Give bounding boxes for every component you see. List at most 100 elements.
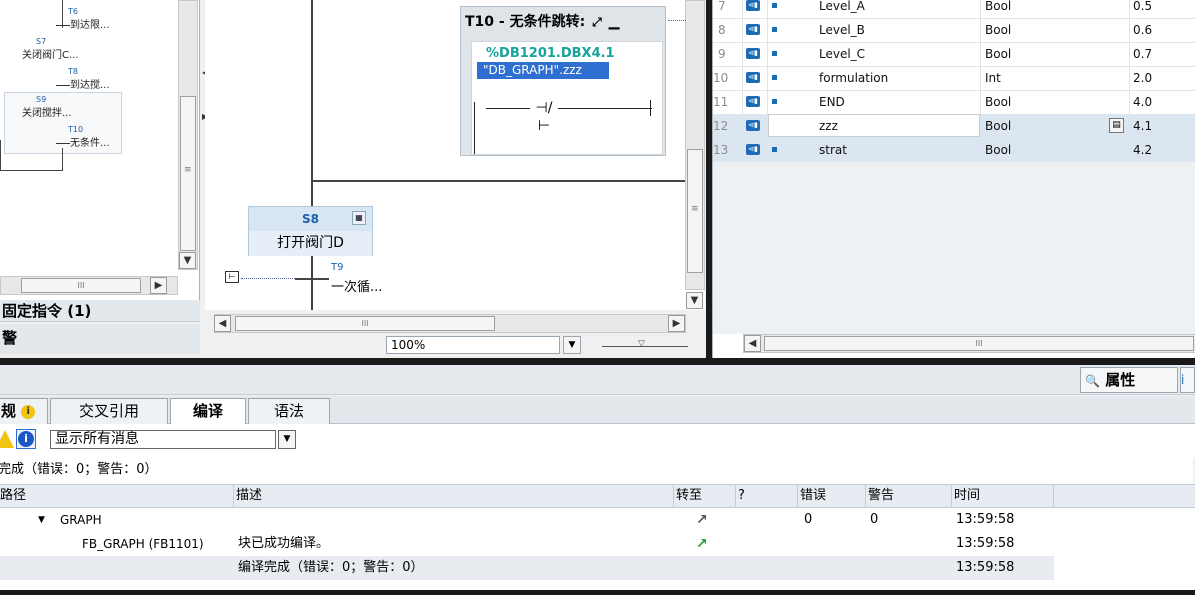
properties-icon: 🔍 [1085,374,1100,388]
table-row[interactable]: 7 ⊲▮ Level_A Bool 0.5 [713,0,1195,19]
scroll-down-icon[interactable]: ▼ [686,292,703,309]
col-warnings[interactable]: 警告 [866,485,952,507]
bottom-border [0,590,1195,595]
tag-operand[interactable]: "DB_GRAPH".zzz [477,62,609,79]
step-overview-pane: T6 到达限... S7 关闭阀门C... T8 到达搅... S9 关闭搅拌.… [0,0,208,300]
scroll-left-icon[interactable]: ◀ [744,335,761,352]
interface-table: 7 ⊲▮ Level_A Bool 0.5 8 ⊲▮ Level_B Bool … [712,0,1195,358]
tab-syntax[interactable]: 语法 [248,398,330,424]
alarm-section[interactable]: 警 [0,324,200,354]
input-var-icon: ⊲▮ [746,96,760,107]
scroll-thumb[interactable]: III [764,336,1194,351]
sequence-line [62,148,63,170]
transition-detail-popup[interactable]: T10 - 无条件跳转: ⤢ ▁ %DB1201.DBX4.1 "DB_GRAP… [460,6,666,156]
message-filter-select[interactable]: 显示所有消息 [50,430,276,449]
table-horizontal-scrollbar[interactable]: III [743,334,1195,353]
row-highlight [0,556,1054,580]
scroll-right-icon[interactable]: ▶ [668,315,685,332]
status-dot [772,27,777,32]
step-s9[interactable]: S9 关闭搅拌... [22,96,72,120]
info-tab-icon[interactable]: ⅰ [1180,367,1195,393]
col-errors[interactable]: 错误 [798,485,866,507]
transition-network[interactable]: %DB1201.DBX4.1 "DB_GRAPH".zzz ⊣/⊢ [471,41,663,155]
details-icon[interactable]: ▤ [1109,118,1124,133]
message-row[interactable]: ▼ GRAPH ↗ 0 0 13:59:58 [0,508,1195,532]
sequence-line [311,256,313,310]
status-dot [772,51,777,56]
scroll-right-icon[interactable]: ▶ [150,277,167,294]
col-help[interactable]: ? [736,485,798,507]
editor-horizontal-scrollbar[interactable]: III [214,314,686,333]
fixed-instructions-section[interactable]: 固定指令 (1) [0,300,200,322]
scroll-thumb[interactable]: ≡ [180,96,196,251]
table-row[interactable]: 8 ⊲▮ Level_B Bool 0.6 [713,18,1195,43]
connection-dotted [241,278,295,279]
name-cell-editing[interactable] [768,114,980,137]
messages-header: 路径 描述 转至 ? 错误 警告 时间 [0,484,1195,508]
actions-table-icon[interactable]: ▦ [352,211,366,225]
goto-arrow-icon[interactable]: ↗ [696,508,708,532]
expand-toggle-icon[interactable]: ▼ [38,508,45,532]
col-time[interactable]: 时间 [952,485,1054,507]
transition-t10[interactable]: T10 无条件... [56,126,110,149]
scroll-down-icon[interactable]: ▼ [179,252,196,269]
properties-tab[interactable]: 🔍 属性 [1080,367,1178,393]
tag-address: %DB1201.DBX4.1 [486,46,615,61]
message-row[interactable]: 编译完成（错误：0；警告：0） 13:59:58 [0,556,1195,580]
scroll-left-icon[interactable]: ◀ [214,315,231,332]
zoom-slider-track[interactable] [602,346,688,347]
step-s7[interactable]: S7 关闭阀门C... [22,38,79,62]
info-icon: i [18,431,34,447]
input-var-icon: ⊲▮ [746,120,760,131]
rung-line [486,108,652,109]
horizontal-splitter[interactable] [0,358,1195,365]
status-dot [772,75,777,80]
step-s8[interactable]: S8 ▦ 打开阀门D [248,206,373,256]
transition-t8[interactable]: T8 到达搅... [56,68,110,91]
nc-contact-icon[interactable]: ⊣/⊢ [530,99,558,134]
col-goto[interactable]: 转至 [674,485,736,507]
input-var-icon: ⊲▮ [746,72,760,83]
left-vertical-scrollbar[interactable]: ≡ [178,0,198,270]
transition-number: T9 [331,262,344,273]
connection-dotted [668,20,686,21]
col-description[interactable]: 描述 [234,485,674,507]
table-row-selected[interactable]: 12 ⊲▮ zzz Bool ▤ 4.1 [713,114,1195,139]
zoom-slider-thumb[interactable]: ▽ [638,339,645,349]
tab-general[interactable]: 规 i [0,398,48,424]
compile-summary: 完成（错误：0；警告：0） [0,458,1193,484]
transition-bar[interactable] [295,278,329,280]
inspector-header: 🔍 属性 ⅰ [0,365,1195,395]
goto-arrow-icon[interactable]: ↗ [696,532,708,556]
table-row[interactable]: 13 ⊲▮ strat Bool 4.2 [713,138,1195,163]
minimize-icon[interactable]: ▁ [609,14,620,30]
table-row[interactable]: 10 ⊲▮ formulation Int 2.0 [713,66,1195,91]
transition-t6[interactable]: T6 到达限... [56,8,110,31]
transition-title: T10 - 无条件跳转: ⤢ ▁ [465,14,620,30]
scroll-thumb[interactable]: ≡ [687,149,703,273]
chevron-down-icon[interactable]: ▼ [563,336,581,354]
power-rail [474,102,475,154]
message-row[interactable]: FB_GRAPH (FB1101) 块已成功编译。 ↗ 13:59:58 [0,532,1195,556]
col-path[interactable]: 路径 [0,485,234,507]
editor-vertical-scrollbar[interactable]: ≡ [685,0,705,290]
transition-label[interactable]: 一次循... [331,276,382,295]
sequence-line [311,0,313,182]
table-empty-area [713,162,1195,334]
pane-splitter[interactable] [706,0,712,358]
step-name[interactable]: 打开阀门D [249,231,372,256]
interlock-icon[interactable]: ⊢ [225,271,239,283]
info-filter-button[interactable]: i [16,429,36,449]
zoom-select[interactable]: 100% [386,336,560,354]
chevron-down-icon[interactable]: ▼ [278,430,296,449]
input-var-icon: ⊲▮ [746,144,760,155]
table-row[interactable]: 11 ⊲▮ END Bool 4.0 [713,90,1195,115]
warning-icon[interactable] [0,430,14,448]
scroll-thumb[interactable]: III [21,278,141,293]
tab-compile[interactable]: 编译 [170,398,246,424]
tab-cross-reference[interactable]: 交叉引用 [50,398,168,424]
table-row[interactable]: 9 ⊲▮ Level_C Bool 0.7 [713,42,1195,67]
maximize-icon[interactable]: ⤢ [592,15,602,29]
status-dot [772,3,777,8]
scroll-thumb[interactable]: III [235,316,495,331]
